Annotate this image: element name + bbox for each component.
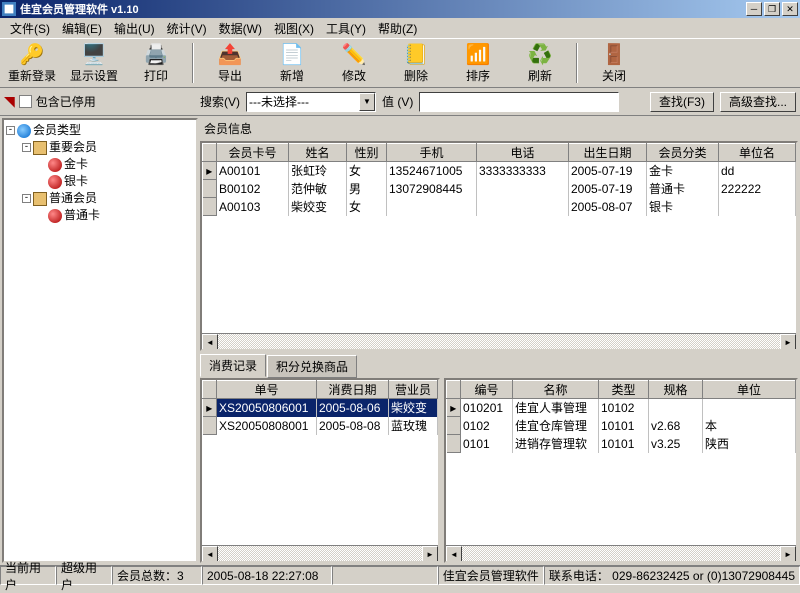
tab-points[interactable]: 积分兑换商品 bbox=[267, 355, 357, 378]
edit-icon: ✏️ bbox=[342, 42, 366, 66]
sort-icon: 📶 bbox=[466, 42, 490, 66]
advanced-find-button[interactable]: 高级查找... bbox=[720, 92, 796, 112]
horizontal-scrollbar[interactable]: ◄► bbox=[446, 545, 796, 561]
table-row[interactable]: 0102佳宜仓库管理10101v2.68本 bbox=[447, 417, 796, 435]
red-dot-icon bbox=[48, 158, 62, 172]
separator bbox=[576, 43, 578, 83]
display-button[interactable]: 🖥️显示设置 bbox=[66, 41, 122, 85]
delete-button[interactable]: 📒删除 bbox=[388, 41, 444, 85]
maximize-button[interactable]: ❐ bbox=[764, 2, 780, 16]
refresh-button[interactable]: ♻️刷新 bbox=[512, 41, 568, 85]
toolbar: 🔑重新登录 🖥️显示设置 🖨️打印 📤导出 📄新增 ✏️修改 📒删除 📶排序 ♻… bbox=[0, 38, 800, 88]
edit-button[interactable]: ✏️修改 bbox=[326, 41, 382, 85]
new-icon: 📄 bbox=[280, 42, 304, 66]
sort-button[interactable]: 📶排序 bbox=[450, 41, 506, 85]
export-button[interactable]: 📤导出 bbox=[202, 41, 258, 85]
menubar: 文件(S) 编辑(E) 输出(U) 统计(V) 数据(W) 视图(X) 工具(Y… bbox=[0, 18, 800, 38]
separator bbox=[192, 43, 194, 83]
tree-leaf[interactable]: 银卡 bbox=[6, 173, 194, 190]
search-field-combo[interactable]: ---未选择--- ▼ bbox=[246, 92, 376, 112]
globe-icon bbox=[17, 124, 31, 138]
tree-root[interactable]: -会员类型 bbox=[6, 122, 194, 139]
refresh-icon: ♻️ bbox=[528, 42, 552, 66]
value-label: 值 (V) bbox=[382, 93, 413, 110]
menu-tools[interactable]: 工具(Y) bbox=[320, 18, 372, 39]
find-button[interactable]: 查找(F3) bbox=[650, 92, 714, 112]
new-button[interactable]: 📄新增 bbox=[264, 41, 320, 85]
searchbar: ◥ 包含已停用 搜索(V) ---未选择--- ▼ 值 (V) 查找(F3) 高… bbox=[0, 88, 800, 116]
chevron-down-icon: ▼ bbox=[359, 93, 375, 111]
tree-node[interactable]: -重要会员 bbox=[6, 139, 194, 156]
horizontal-scrollbar[interactable]: ◄► bbox=[202, 333, 796, 349]
monitor-icon: 🖥️ bbox=[82, 42, 106, 66]
grid-header: 单号消费日期营业员 bbox=[203, 381, 438, 399]
tab-consume[interactable]: 消费记录 bbox=[200, 354, 266, 377]
flag-icon: ◥ bbox=[4, 93, 15, 110]
exit-icon: 🚪 bbox=[602, 42, 626, 66]
window-title: 佳宜会员管理软件 v1.10 bbox=[20, 1, 744, 17]
tree-leaf[interactable]: 金卡 bbox=[6, 156, 194, 173]
titlebar: 佳宜会员管理软件 v1.10 ─ ❐ ✕ bbox=[0, 0, 800, 18]
category-tree[interactable]: -会员类型 -重要会员 金卡 银卡 -普通会员 普通卡 bbox=[2, 118, 198, 563]
table-row[interactable]: ▸010201佳宜人事管理10102 bbox=[447, 399, 796, 417]
menu-view[interactable]: 视图(X) bbox=[268, 18, 320, 39]
grid-header: 会员卡号姓名性别手机电话出生日期会员分类单位名 bbox=[203, 144, 796, 162]
export-icon: 📤 bbox=[218, 42, 242, 66]
book-icon bbox=[33, 141, 47, 155]
grid-title: 会员信息 bbox=[200, 118, 798, 139]
search-value-input[interactable] bbox=[419, 92, 619, 112]
key-icon: 🔑 bbox=[20, 42, 44, 66]
red-dot-icon bbox=[48, 175, 62, 189]
tree-leaf[interactable]: 普通卡 bbox=[6, 207, 194, 224]
grid-header: 编号名称类型规格单位 bbox=[447, 381, 796, 399]
tree-node[interactable]: -普通会员 bbox=[6, 190, 194, 207]
table-row[interactable]: ▸A00101张虹玲女1352467100533333333332005-07-… bbox=[203, 162, 796, 180]
collapse-icon[interactable]: - bbox=[22, 194, 31, 203]
relogin-button[interactable]: 🔑重新登录 bbox=[4, 41, 60, 85]
menu-edit[interactable]: 编辑(E) bbox=[56, 18, 108, 39]
detail-tabs: 消费记录 积分兑换商品 bbox=[200, 353, 798, 376]
minimize-button[interactable]: ─ bbox=[746, 2, 762, 16]
table-row[interactable]: B00102范仲敏男130729084452005-07-19普通卡222222 bbox=[203, 180, 796, 198]
menu-data[interactable]: 数据(W) bbox=[213, 18, 268, 39]
table-row[interactable]: ▸XS200508060012005-08-06柴姣变 bbox=[203, 399, 438, 417]
menu-help[interactable]: 帮助(Z) bbox=[372, 18, 423, 39]
consume-grid[interactable]: 单号消费日期营业员 ▸XS200508060012005-08-06柴姣变 XS… bbox=[200, 378, 440, 563]
table-row[interactable]: XS200508080012005-08-08蓝玫瑰 bbox=[203, 417, 438, 435]
members-grid[interactable]: 会员卡号姓名性别手机电话出生日期会员分类单位名 ▸A00101张虹玲女13524… bbox=[200, 141, 798, 351]
stopped-label: 包含已停用 bbox=[36, 93, 96, 110]
statusbar: 当前用户 超级用户 会员总数：3 2005-08-18 22:27:08 佳宜会… bbox=[0, 565, 800, 585]
red-dot-icon bbox=[48, 209, 62, 223]
collapse-icon[interactable]: - bbox=[6, 126, 15, 135]
menu-stats[interactable]: 统计(V) bbox=[161, 18, 213, 39]
search-label: 搜索(V) bbox=[200, 93, 240, 110]
items-grid[interactable]: 编号名称类型规格单位 ▸010201佳宜人事管理10102 0102佳宜仓库管理… bbox=[444, 378, 798, 563]
delete-icon: 📒 bbox=[404, 42, 428, 66]
menu-file[interactable]: 文件(S) bbox=[4, 18, 56, 39]
close-app-button[interactable]: 🚪关闭 bbox=[586, 41, 642, 85]
close-button[interactable]: ✕ bbox=[782, 2, 798, 16]
horizontal-scrollbar[interactable]: ◄► bbox=[202, 545, 438, 561]
table-row[interactable]: A00103柴姣变女2005-08-07银卡 bbox=[203, 198, 796, 216]
book-icon bbox=[33, 192, 47, 206]
print-button[interactable]: 🖨️打印 bbox=[128, 41, 184, 85]
app-icon bbox=[2, 2, 16, 16]
menu-output[interactable]: 输出(U) bbox=[108, 18, 161, 39]
stopped-checkbox[interactable] bbox=[19, 95, 32, 108]
collapse-icon[interactable]: - bbox=[22, 143, 31, 152]
printer-icon: 🖨️ bbox=[144, 42, 168, 66]
table-row[interactable]: 0101进销存管理软10101v3.25陕西 bbox=[447, 435, 796, 453]
